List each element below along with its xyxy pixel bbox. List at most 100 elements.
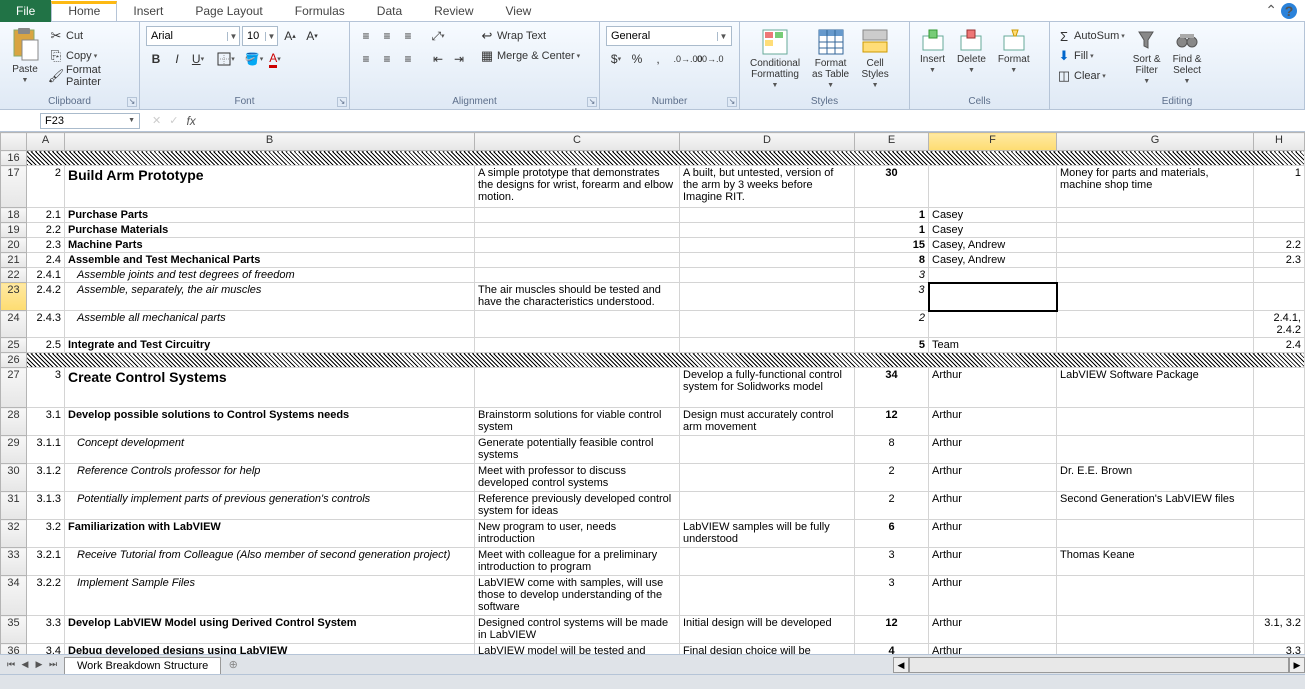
- cell[interactable]: Arthur: [929, 576, 1057, 616]
- merge-center-button[interactable]: ▦Merge & Center▾: [479, 46, 580, 66]
- cell[interactable]: Assemble all mechanical parts: [65, 311, 475, 338]
- row-header[interactable]: 18: [1, 208, 27, 223]
- cell[interactable]: 5: [855, 338, 929, 353]
- shrink-font-button[interactable]: A▾: [302, 26, 322, 46]
- help-icon[interactable]: ?: [1281, 3, 1297, 19]
- cell[interactable]: Designed control systems will be made in…: [475, 616, 680, 644]
- cell[interactable]: [1254, 464, 1305, 492]
- row-header[interactable]: 26: [1, 353, 27, 368]
- cut-button[interactable]: ✂Cut: [48, 26, 133, 46]
- autosum-button[interactable]: ΣAutoSum▾: [1056, 26, 1125, 46]
- cell[interactable]: Casey: [929, 223, 1057, 238]
- cell[interactable]: Arthur: [929, 520, 1057, 548]
- cell[interactable]: 3: [27, 368, 65, 408]
- cell[interactable]: Develop a fully-functional control syste…: [680, 368, 855, 408]
- cell[interactable]: [1057, 436, 1254, 464]
- cell[interactable]: [1254, 576, 1305, 616]
- cell[interactable]: 2.1: [27, 208, 65, 223]
- cell[interactable]: Casey: [929, 208, 1057, 223]
- cell[interactable]: [1057, 238, 1254, 253]
- column-header-D[interactable]: D: [680, 133, 855, 151]
- font-size-input[interactable]: [243, 30, 265, 42]
- minimize-ribbon-icon[interactable]: ⌃: [1265, 2, 1277, 19]
- align-top-button[interactable]: ≡: [356, 26, 376, 46]
- column-header-C[interactable]: C: [475, 133, 680, 151]
- font-name-combo[interactable]: ▼: [146, 26, 240, 46]
- prev-sheet-button[interactable]: ◀: [18, 659, 32, 670]
- cell[interactable]: Purchase Parts: [65, 208, 475, 223]
- copy-button[interactable]: ⎘Copy▾: [48, 46, 133, 66]
- cell[interactable]: Create Control Systems: [65, 368, 475, 408]
- cell-styles-button[interactable]: Cell Styles▼: [857, 26, 893, 91]
- font-color-button[interactable]: A▾: [265, 49, 285, 69]
- cell[interactable]: Reference Controls professor for help: [65, 464, 475, 492]
- comma-button[interactable]: ,: [648, 49, 668, 69]
- cell[interactable]: 15: [855, 238, 929, 253]
- cell[interactable]: Receive Tutorial from Colleague (Also me…: [65, 548, 475, 576]
- cell[interactable]: Casey, Andrew: [929, 253, 1057, 268]
- row-header[interactable]: 36: [1, 644, 27, 655]
- cell[interactable]: Arthur: [929, 408, 1057, 436]
- cell[interactable]: 2.4.1, 2.4.2: [1254, 311, 1305, 338]
- cell[interactable]: [680, 548, 855, 576]
- scroll-right-button[interactable]: ▶: [1289, 657, 1305, 673]
- cell[interactable]: 3: [855, 576, 929, 616]
- tab-home[interactable]: Home: [51, 1, 117, 21]
- cell[interactable]: [680, 464, 855, 492]
- cancel-formula-icon[interactable]: ✕: [152, 114, 161, 127]
- row-header[interactable]: 22: [1, 268, 27, 283]
- cell[interactable]: 2: [855, 492, 929, 520]
- grow-font-button[interactable]: A▴: [280, 26, 300, 46]
- row-header[interactable]: 23: [1, 283, 27, 311]
- cell[interactable]: Arthur: [929, 368, 1057, 408]
- wrap-text-button[interactable]: ↩Wrap Text: [479, 26, 580, 46]
- row-header[interactable]: 24: [1, 311, 27, 338]
- cell[interactable]: [1254, 268, 1305, 283]
- cell[interactable]: Design must accurately control arm movem…: [680, 408, 855, 436]
- row-header[interactable]: 35: [1, 616, 27, 644]
- cell[interactable]: [680, 311, 855, 338]
- cell[interactable]: 2: [27, 166, 65, 208]
- cell[interactable]: [1254, 548, 1305, 576]
- cell[interactable]: [475, 368, 680, 408]
- italic-button[interactable]: I: [167, 49, 187, 69]
- cell[interactable]: [475, 253, 680, 268]
- row-header[interactable]: 33: [1, 548, 27, 576]
- column-header-G[interactable]: G: [1057, 133, 1254, 151]
- column-header-B[interactable]: B: [65, 133, 475, 151]
- cell[interactable]: 3.4: [27, 644, 65, 655]
- cell[interactable]: 2.4: [27, 253, 65, 268]
- decrease-decimal-button[interactable]: .00→.0: [699, 49, 719, 69]
- cell[interactable]: [929, 283, 1057, 311]
- fill-button[interactable]: ⬇Fill▾: [1056, 46, 1125, 66]
- cell[interactable]: Purchase Materials: [65, 223, 475, 238]
- cell[interactable]: Integrate and Test Circuitry: [65, 338, 475, 353]
- tab-data[interactable]: Data: [361, 1, 418, 21]
- column-header-A[interactable]: A: [27, 133, 65, 151]
- row-header[interactable]: 21: [1, 253, 27, 268]
- cell[interactable]: LabVIEW come with samples, will use thos…: [475, 576, 680, 616]
- tab-page-layout[interactable]: Page Layout: [179, 1, 278, 21]
- cell[interactable]: 3: [855, 268, 929, 283]
- cell[interactable]: 2.4: [1254, 338, 1305, 353]
- find-select-button[interactable]: Find & Select▼: [1169, 26, 1206, 87]
- cell[interactable]: [475, 268, 680, 283]
- format-painter-button[interactable]: 🖌Format Painter: [48, 66, 133, 86]
- tab-formulas[interactable]: Formulas: [279, 1, 361, 21]
- cell[interactable]: 2.4.3: [27, 311, 65, 338]
- tab-review[interactable]: Review: [418, 1, 489, 21]
- cell[interactable]: Thomas Keane: [1057, 548, 1254, 576]
- number-format-input[interactable]: [607, 30, 717, 42]
- cell[interactable]: [1057, 338, 1254, 353]
- cell[interactable]: Money for parts and materials, machine s…: [1057, 166, 1254, 208]
- cell[interactable]: [929, 311, 1057, 338]
- cell[interactable]: Reference previously developed control s…: [475, 492, 680, 520]
- cell[interactable]: [475, 223, 680, 238]
- row-header[interactable]: 19: [1, 223, 27, 238]
- cell[interactable]: Meet with professor to discuss developed…: [475, 464, 680, 492]
- align-middle-button[interactable]: ≡: [377, 26, 397, 46]
- font-name-input[interactable]: [147, 30, 227, 42]
- cell[interactable]: [680, 268, 855, 283]
- cell[interactable]: [680, 208, 855, 223]
- file-tab[interactable]: File: [0, 0, 51, 22]
